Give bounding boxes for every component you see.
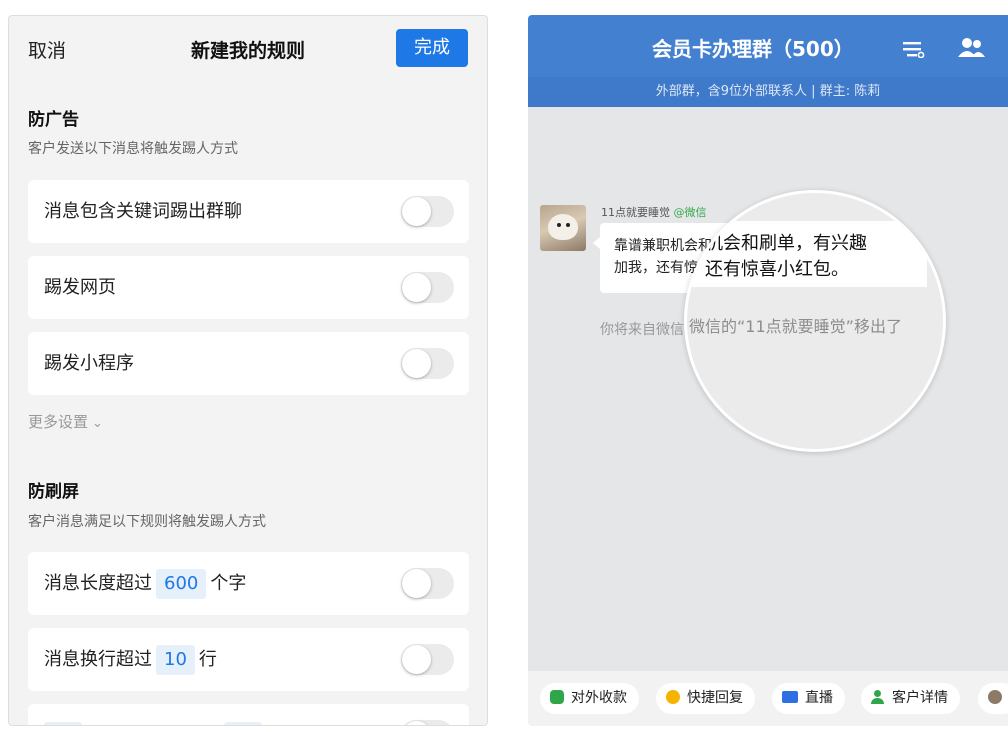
rule-prefix: 消息换行超过 <box>44 649 152 670</box>
rule-label: 消息换行超过 10 行 <box>44 628 217 691</box>
rule-editor-panel: 取消 新建我的规则 完成 防广告 客户发送以下消息将触发踢人方式 消息包含关键词… <box>8 15 488 726</box>
chat-header: 会员卡办理群（500） <box>528 15 1008 77</box>
rule-row-partial <box>28 704 469 725</box>
list-menu-icon[interactable] <box>903 40 925 62</box>
value-input-placeholder[interactable] <box>224 722 262 725</box>
dog-avatar-image <box>548 214 578 240</box>
ad-section-desc: 客户发送以下消息将触发踢人方式 <box>28 141 238 157</box>
miniprogram-toggle[interactable] <box>401 348 454 379</box>
rule-row-length: 消息长度超过 600 个字 <box>28 552 469 615</box>
wechat-tag: @微信 <box>673 206 707 219</box>
chip-label: 快捷回复 <box>687 690 743 706</box>
toggle-knob <box>402 721 431 725</box>
rule-label: 踢发小程序 <box>44 353 134 374</box>
rule-label: 消息长度超过 600 个字 <box>44 552 246 615</box>
avatar-icon <box>988 690 1002 704</box>
partial-toggle[interactable] <box>401 720 454 725</box>
sender-name-text: 11点就要睡觉 <box>601 206 670 219</box>
newline-value-input[interactable]: 10 <box>156 645 195 675</box>
length-toggle[interactable] <box>401 568 454 599</box>
rule-row-miniprogram: 踢发小程序 <box>28 332 469 395</box>
magnified-bubble: 机会和刷单，有兴趣 还有惊喜小红包。 <box>687 221 927 287</box>
group-members-icon[interactable] <box>958 37 986 63</box>
live-button[interactable]: 直播 <box>772 683 845 714</box>
chip-label: 对外收款 <box>571 690 627 706</box>
live-icon <box>782 691 798 703</box>
customer-details-button[interactable]: 客户详情 <box>861 683 960 714</box>
toggle-knob <box>402 569 431 598</box>
spam-section-title: 防刷屏 <box>28 482 79 502</box>
rule-prefix: 消息长度超过 <box>44 573 152 594</box>
value-input-placeholder[interactable] <box>44 722 82 725</box>
toggle-knob <box>402 197 431 226</box>
newline-toggle[interactable] <box>401 644 454 675</box>
rule-label: 踢发网页 <box>44 277 116 298</box>
nav-bar: 取消 新建我的规则 完成 <box>9 16 487 82</box>
keyword-toggle[interactable] <box>401 196 454 227</box>
more-settings-label: 更多设置 <box>28 413 89 431</box>
money-icon <box>550 690 564 704</box>
length-value-input[interactable]: 600 <box>156 569 207 599</box>
group-chat-panel: 会员卡办理群（500） 外部群，含9位外部联系人 | 群主: 陈莉 11点就要睡… <box>528 15 1008 726</box>
more-actions-chip[interactable] <box>978 683 1008 714</box>
toggle-knob <box>402 349 431 378</box>
quick-reply-icon <box>666 690 680 704</box>
quick-action-bar: 对外收款 快捷回复 直播 客户详情 <box>528 671 1008 726</box>
magnified-system-message: 微信的“11点就要睡觉”移出了 <box>689 317 902 336</box>
webpage-toggle[interactable] <box>401 272 454 303</box>
chevron-down-icon: ⌄ <box>92 416 103 431</box>
quick-reply-button[interactable]: 快捷回复 <box>656 683 755 714</box>
rule-label: 消息包含关键词踢出群聊 <box>44 201 242 222</box>
receive-payment-button[interactable]: 对外收款 <box>540 683 639 714</box>
rule-row-newline: 消息换行超过 10 行 <box>28 628 469 691</box>
spam-section-desc: 客户消息满足以下规则将触发踢人方式 <box>28 514 266 530</box>
customer-icon <box>871 690 885 704</box>
chip-label: 直播 <box>805 690 833 706</box>
toggle-knob <box>402 273 431 302</box>
magnified-line-2: 还有惊喜小红包。 <box>705 259 849 280</box>
dog-eye <box>557 223 561 227</box>
dog-eye <box>566 223 570 227</box>
group-subtitle: 外部群，含9位外部联系人 | 群主: 陈莉 <box>528 77 1008 107</box>
avatar[interactable] <box>540 205 586 251</box>
rule-row-webpage: 踢发网页 <box>28 256 469 319</box>
rule-suffix: 行 <box>198 649 217 670</box>
toggle-knob <box>402 645 431 674</box>
sender-name: 11点就要睡觉 @微信 <box>601 204 707 220</box>
group-title: 会员卡办理群（500） <box>652 37 854 61</box>
done-button[interactable]: 完成 <box>396 29 468 67</box>
more-settings-link[interactable]: 更多设置 ⌄ <box>28 411 103 432</box>
rule-row-keyword: 消息包含关键词踢出群聊 <box>28 180 469 243</box>
chip-label: 客户详情 <box>892 690 948 706</box>
rule-suffix: 个字 <box>210 573 247 594</box>
magnifier-lens: 机会和刷单，有兴趣 还有惊喜小红包。 微信的“11点就要睡觉”移出了 <box>684 190 946 452</box>
ad-section-title: 防广告 <box>28 110 79 130</box>
magnified-line-1: 机会和刷单，有兴趣 <box>705 233 867 254</box>
